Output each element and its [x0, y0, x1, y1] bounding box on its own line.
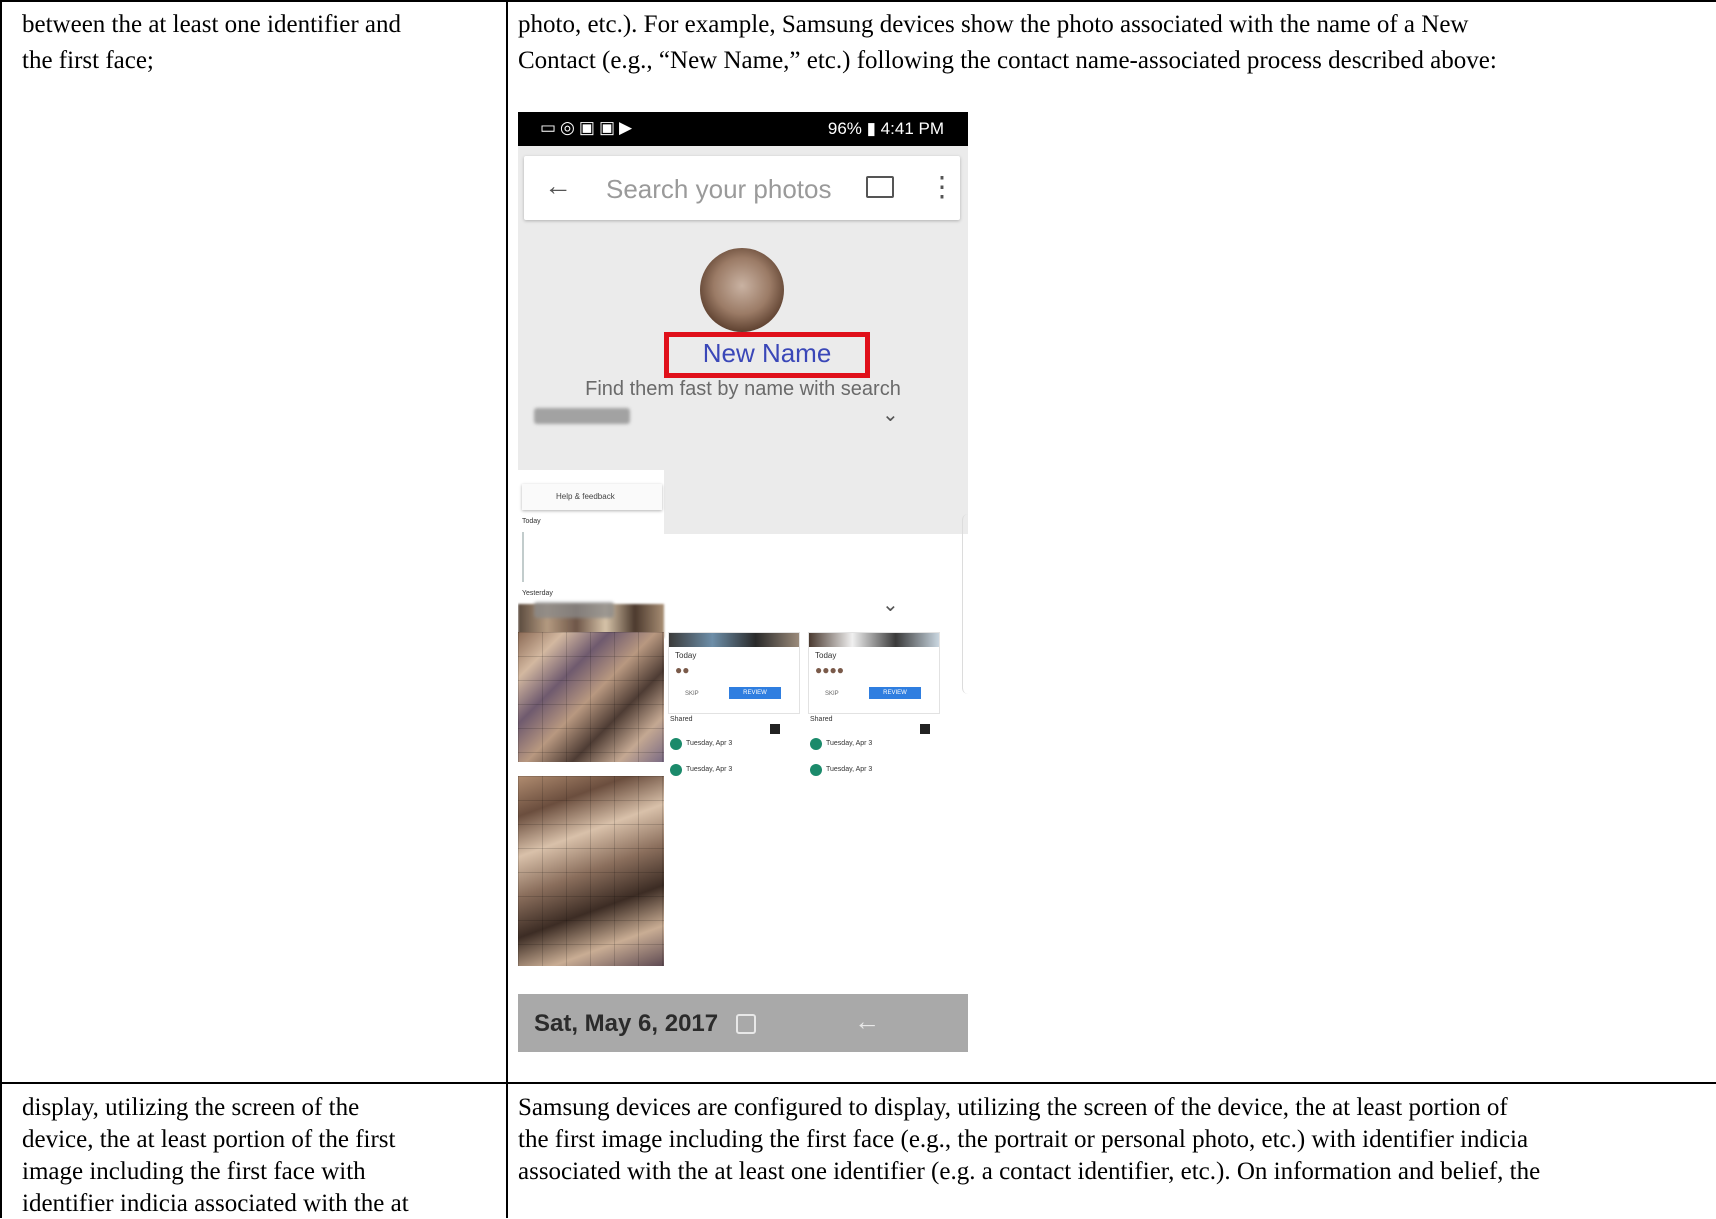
section-heading-blurred-2 [534, 602, 614, 618]
mini-list-lines [522, 532, 564, 582]
back-arrow-icon[interactable]: ← [854, 1006, 880, 1037]
card-review-button[interactable]: REVIEW [729, 687, 781, 699]
assistant-card-1[interactable]: Today ●● SKIP REVIEW [668, 632, 800, 714]
card-faces: ●● [675, 663, 690, 677]
section-heading-blurred [534, 408, 630, 424]
row2-left-line2: device, the at least portion of the firs… [22, 1126, 396, 1153]
card-item-avatar-3 [810, 738, 822, 750]
notification-icons: ▭◎▣▣▶ [540, 118, 637, 137]
share-icon-1[interactable] [770, 724, 780, 734]
recents-icon[interactable] [736, 1014, 756, 1034]
row2-left-line4: identifier indicia associated with the a… [22, 1190, 409, 1217]
card-photo-strip-2 [809, 633, 939, 647]
contact-hint: Find them fast by name with search [585, 378, 901, 400]
status-right-text: 96% ▮ 4:41 PM [827, 119, 944, 138]
status-bar: ▭◎▣▣▶ 96% ▮ 4:41 PM [518, 112, 968, 146]
card-item-1: Tuesday, Apr 3 [686, 740, 733, 747]
table-border-left [0, 0, 2, 1218]
assistant-card-2[interactable]: Today ●●●● SKIP REVIEW [808, 632, 940, 714]
card-item-avatar-2 [670, 764, 682, 776]
card-date-label-2: Today [815, 651, 837, 660]
card-skip-button[interactable]: SKIP [685, 691, 699, 697]
row2-right-line2: the first image including the first face… [518, 1126, 1529, 1153]
search-bar[interactable]: ← Search your photos ⋮ [524, 156, 960, 220]
row1-left-line2: the first face; [22, 47, 154, 74]
help-menu-popup[interactable]: Help & feedback [522, 484, 662, 510]
phone-screenshot: ▭◎▣▣▶ 96% ▮ 4:41 PM ← Search your photos… [518, 112, 968, 1052]
card-item-4: Tuesday, Apr 3 [826, 766, 873, 773]
help-menu-item[interactable]: Help & feedback [556, 492, 615, 501]
cast-icon[interactable] [866, 176, 894, 198]
card-item-2: Tuesday, Apr 3 [686, 766, 733, 773]
face-mosaic-bottom [518, 776, 664, 966]
table-row-divider [0, 1082, 1716, 1084]
arrow-left-icon[interactable]: ← [544, 170, 572, 202]
row1-right-line1: photo, etc.). For example, Samsung devic… [518, 11, 1469, 38]
table-border-top [0, 0, 1716, 2]
more-vert-icon[interactable]: ⋮ [928, 170, 956, 203]
card-shared-label: Shared [670, 716, 693, 723]
search-placeholder[interactable]: Search your photos [606, 174, 831, 205]
card-item-avatar-4 [810, 764, 822, 776]
share-icon-2[interactable] [920, 724, 930, 734]
card-review-button-2[interactable]: REVIEW [869, 687, 921, 699]
date-label: Sat, May 6, 2017 [534, 1010, 719, 1037]
chevron-down-icon-2[interactable]: ⌄ [882, 592, 899, 617]
card-faces-2: ●●●● [815, 663, 844, 677]
table-column-divider [506, 0, 508, 1218]
mini-yesterday-label: Yesterday [522, 590, 553, 597]
row2-right-line1: Samsung devices are configured to displa… [518, 1094, 1508, 1121]
row2-right-line3: associated with the at least one identif… [518, 1158, 1541, 1185]
card-item-avatar-1 [670, 738, 682, 750]
card-photo-strip [669, 633, 799, 647]
contact-name[interactable]: New Name [664, 338, 870, 369]
contact-face-avatar [700, 248, 784, 332]
card-date-label: Today [675, 651, 697, 660]
scroll-indicator [962, 514, 968, 694]
row1-left-line1: between the at least one identifier and [22, 11, 402, 38]
card-item-3: Tuesday, Apr 3 [826, 740, 873, 747]
chevron-down-icon[interactable]: ⌄ [882, 402, 899, 427]
row2-left-line1: display, utilizing the screen of the [22, 1094, 360, 1121]
card-shared-label-2: Shared [810, 716, 833, 723]
face-mosaic-top [518, 632, 664, 762]
bottom-nav-bar: Sat, May 6, 2017 ← [518, 994, 968, 1052]
card-skip-button-2[interactable]: SKIP [825, 691, 839, 697]
row1-right-line2: Contact (e.g., “New Name,” etc.) followi… [518, 47, 1497, 74]
mini-today-label: Today [522, 518, 541, 525]
row2-left-line3: image including the first face with [22, 1158, 366, 1185]
